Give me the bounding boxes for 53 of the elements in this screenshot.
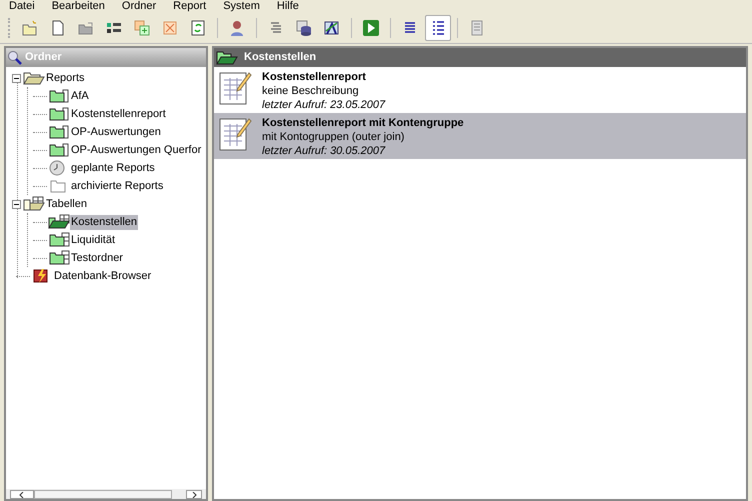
report-title: Kostenstellenreport — [262, 70, 367, 84]
tree-item[interactable]: Liquidität — [70, 232, 116, 248]
toolbar-button[interactable] — [425, 15, 451, 41]
menu-item[interactable]: Bearbeiten — [52, 0, 105, 15]
tree-item[interactable]: Datenbank-Browser — [53, 268, 152, 284]
tree-item[interactable]: geplante Reports — [70, 160, 156, 176]
open-folder-icon — [23, 70, 45, 86]
menu-item[interactable]: Ordner — [122, 0, 156, 15]
collapse-toggle[interactable] — [12, 200, 21, 208]
report-description: mit Kontogruppen (outer join) — [262, 130, 406, 144]
report-icon — [218, 116, 252, 152]
menu-item[interactable]: Report — [173, 0, 206, 15]
menu-item[interactable]: Datei — [9, 0, 35, 15]
delete-icon — [161, 19, 179, 37]
scroll-right-button[interactable] — [186, 490, 202, 499]
folder-icon — [48, 106, 70, 122]
collapse-toggle[interactable] — [12, 74, 21, 82]
copy-add-icon — [133, 19, 151, 37]
tree-item[interactable]: archivierte Reports — [70, 178, 164, 194]
tree-item[interactable]: Tabellen — [45, 196, 88, 212]
last-call-date: letzter Aufruf: 30.05.2007 — [262, 144, 386, 158]
open-folder-icon — [216, 50, 238, 64]
edit-icon — [323, 19, 341, 37]
tree-item[interactable]: Kostenstellenreport — [70, 106, 167, 122]
folder-icon — [48, 142, 70, 158]
report-item[interactable]: Kostenstellenreport mit Kontengruppe mit Kontogruppen (outer join) letzter Aufruf: 30.05.2007 — [214, 113, 746, 159]
refresh-icon — [189, 19, 207, 37]
report-description: keine Beschreibung — [262, 84, 360, 98]
tree-item[interactable]: Kostenstellen — [70, 214, 138, 230]
table-folder-icon — [48, 232, 70, 248]
tree-item[interactable]: AfA — [70, 88, 90, 104]
last-call-date: letzter Aufruf: 23.05.2007 — [262, 98, 386, 112]
open-folder-icon — [48, 214, 70, 230]
new-folder-icon — [21, 19, 39, 37]
table-folder-icon — [48, 250, 70, 266]
panel-title: Kostenstellen — [244, 50, 316, 66]
database-icon — [295, 19, 313, 37]
panel-title: Ordner — [25, 50, 62, 66]
horizontal-scrollbar[interactable] — [6, 489, 206, 499]
menu-item[interactable]: Hilfe — [276, 0, 299, 15]
user-icon — [228, 19, 246, 37]
report-icon — [218, 70, 252, 106]
open-table-folder-icon — [23, 196, 45, 212]
tree-item[interactable]: Testordner — [70, 250, 124, 266]
tree-item[interactable]: OP-Auswertungen — [70, 124, 162, 140]
report-title: Kostenstellenreport mit Kontengruppe — [262, 116, 464, 130]
play-icon — [362, 19, 380, 37]
folder-icon — [48, 124, 70, 140]
folder-icon — [48, 88, 70, 104]
search-icon — [7, 50, 23, 66]
tree-item[interactable]: OP-Auswertungen Querfor — [70, 142, 202, 158]
menu-item[interactable]: System — [223, 0, 260, 15]
tree-item[interactable]: Reports — [45, 70, 86, 86]
